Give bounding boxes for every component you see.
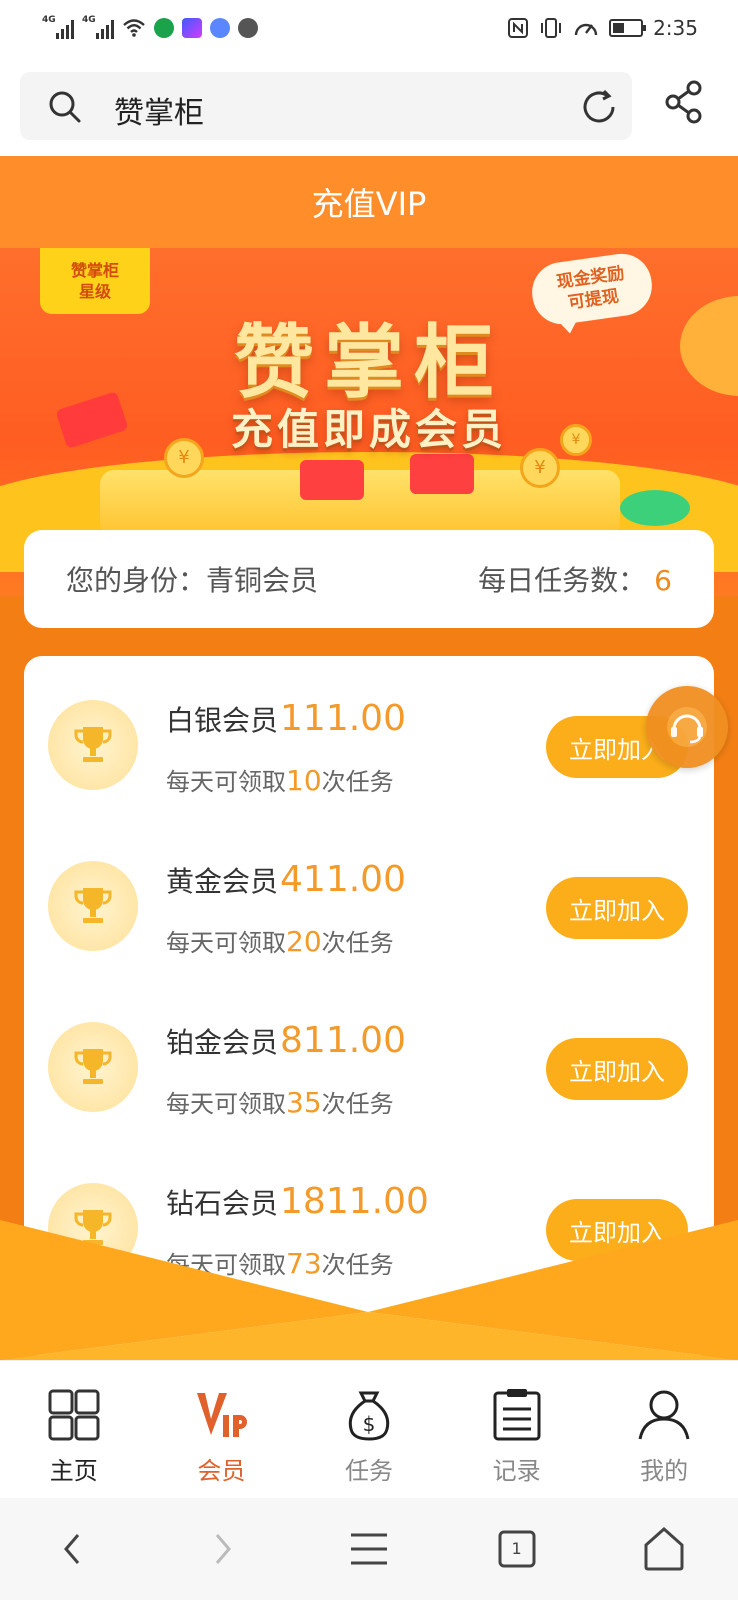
tab-count: 1 bbox=[511, 1539, 522, 1558]
nav-label: 主页 bbox=[49, 1457, 98, 1485]
forward-icon[interactable] bbox=[191, 1519, 251, 1579]
nav-item-tasks[interactable]: $ 任务 bbox=[295, 1361, 443, 1498]
nfc-icon bbox=[508, 18, 529, 38]
page-header: 充值VIP bbox=[0, 156, 738, 248]
desc-suffix: 次任务 bbox=[321, 929, 394, 957]
app-icon bbox=[154, 18, 174, 38]
audio-icon bbox=[238, 18, 258, 38]
membership-price: 1811.00 bbox=[280, 1181, 429, 1222]
vibrate-icon bbox=[541, 18, 562, 38]
grid-icon bbox=[48, 1389, 100, 1441]
search-text: 赞掌柜 bbox=[114, 96, 204, 131]
system-navigation: 1 bbox=[0, 1498, 738, 1600]
desc-suffix: 次任务 bbox=[321, 768, 394, 796]
network-type: 4G bbox=[42, 15, 56, 25]
signal-icon: 4G bbox=[82, 15, 114, 39]
music-icon bbox=[210, 18, 230, 38]
bottom-navigation: 主页 会员 $ 任务 记录 我的 bbox=[0, 1360, 738, 1498]
speed-icon bbox=[574, 23, 598, 36]
nav-item-vip[interactable]: 会员 bbox=[148, 1361, 296, 1498]
identity-card: 您的身份：青铜会员 每日任务数： 6 bbox=[24, 530, 714, 628]
vip-icon bbox=[197, 1393, 248, 1437]
status-right: 2:35 bbox=[507, 16, 698, 40]
user-icon bbox=[638, 1390, 690, 1440]
desc-prefix: 每天可领取 bbox=[166, 768, 286, 796]
nav-item-mine[interactable]: 我的 bbox=[590, 1361, 738, 1498]
network-type: 4G bbox=[82, 15, 96, 25]
menu-icon[interactable] bbox=[339, 1519, 399, 1579]
desc-prefix: 每天可领取 bbox=[166, 1090, 286, 1118]
clock: 2:35 bbox=[653, 16, 698, 40]
daily-tasks-label: 每日任务数： bbox=[478, 564, 647, 597]
membership-desc: 每天可领取 10 次任务 bbox=[166, 762, 394, 797]
nav-label: 记录 bbox=[492, 1457, 541, 1485]
trophy-icon bbox=[48, 1022, 138, 1112]
daily-tasks-value: 6 bbox=[654, 564, 672, 597]
envelope-decoration bbox=[410, 454, 474, 494]
search-icon bbox=[49, 91, 81, 123]
nav-item-home[interactable]: 主页 bbox=[0, 1361, 148, 1498]
banner-subtitle: 充值即成会员 bbox=[230, 405, 507, 454]
envelope-fold-decoration bbox=[0, 1220, 738, 1360]
badge-line: 赞掌柜 bbox=[70, 261, 119, 280]
share-icon[interactable] bbox=[664, 80, 704, 124]
envelope-decoration bbox=[300, 460, 364, 500]
nav-label: 会员 bbox=[197, 1457, 246, 1485]
trophy-icon bbox=[48, 700, 138, 790]
membership-price: 811.00 bbox=[280, 1020, 406, 1061]
task-number: 20 bbox=[286, 925, 322, 958]
search-input[interactable]: 赞掌柜 bbox=[20, 72, 632, 140]
trophy-icon bbox=[48, 861, 138, 951]
membership-name-line: 白银会员 111.00 bbox=[166, 698, 406, 739]
membership-item: 铂金会员 811.00 每天可领取 35 次任务 立即加入 bbox=[24, 978, 714, 1142]
membership-name-line: 钻石会员 1811.00 bbox=[166, 1181, 429, 1222]
membership-name: 白银会员 bbox=[166, 704, 279, 737]
nav-item-records[interactable]: 记录 bbox=[443, 1361, 591, 1498]
membership-price: 411.00 bbox=[280, 859, 406, 900]
membership-name-line: 铂金会员 811.00 bbox=[166, 1020, 406, 1061]
membership-name: 黄金会员 bbox=[166, 865, 279, 898]
page-title: 充值VIP bbox=[311, 185, 427, 223]
membership-price: 111.00 bbox=[280, 698, 406, 739]
status-bar: 4G 4G 2:35 bbox=[0, 0, 738, 56]
membership-desc: 每天可领取 20 次任务 bbox=[166, 923, 394, 958]
membership-desc: 每天可领取 35 次任务 bbox=[166, 1084, 394, 1119]
membership-name: 铂金会员 bbox=[166, 1026, 279, 1059]
browser-bar: 赞掌柜 bbox=[0, 56, 738, 156]
join-button[interactable]: 立即加入 bbox=[546, 877, 688, 939]
gem-decoration bbox=[620, 490, 690, 526]
daily-tasks-info: 每日任务数： 6 bbox=[478, 559, 672, 599]
membership-item: 白银会员 111.00 每天可领取 10 次任务 立即加入 bbox=[24, 656, 714, 820]
task-number: 10 bbox=[286, 764, 322, 797]
membership-item: 黄金会员 411.00 每天可领取 20 次任务 立即加入 bbox=[24, 817, 714, 981]
customer-service-button[interactable] bbox=[646, 686, 728, 768]
back-icon[interactable] bbox=[44, 1519, 104, 1579]
reload-icon[interactable] bbox=[580, 88, 618, 126]
battery-icon bbox=[609, 19, 647, 37]
membership-name-line: 黄金会员 411.00 bbox=[166, 859, 406, 900]
nav-label: 任务 bbox=[344, 1457, 393, 1485]
nav-label: 我的 bbox=[640, 1457, 689, 1485]
identity-label: 您的身份： bbox=[66, 564, 207, 597]
home-icon[interactable] bbox=[634, 1519, 694, 1579]
money-bag-icon: $ bbox=[348, 1391, 390, 1441]
desc-suffix: 次任务 bbox=[321, 1090, 394, 1118]
membership-name: 钻石会员 bbox=[166, 1187, 279, 1220]
status-left: 4G 4G bbox=[42, 15, 258, 39]
wifi-icon bbox=[123, 19, 145, 37]
svg-text:$: $ bbox=[363, 1412, 376, 1436]
signal-icon: 4G bbox=[42, 15, 74, 39]
headset-icon bbox=[667, 707, 707, 747]
identity-value: 青铜会员 bbox=[206, 564, 319, 597]
tabs-button[interactable]: 1 bbox=[487, 1519, 547, 1579]
identity-info: 您的身份：青铜会员 bbox=[66, 559, 318, 599]
clipboard-icon bbox=[493, 1389, 541, 1441]
task-number: 35 bbox=[286, 1086, 322, 1119]
desc-prefix: 每天可领取 bbox=[166, 929, 286, 957]
app-icon bbox=[182, 18, 202, 38]
join-button[interactable]: 立即加入 bbox=[546, 1038, 688, 1100]
